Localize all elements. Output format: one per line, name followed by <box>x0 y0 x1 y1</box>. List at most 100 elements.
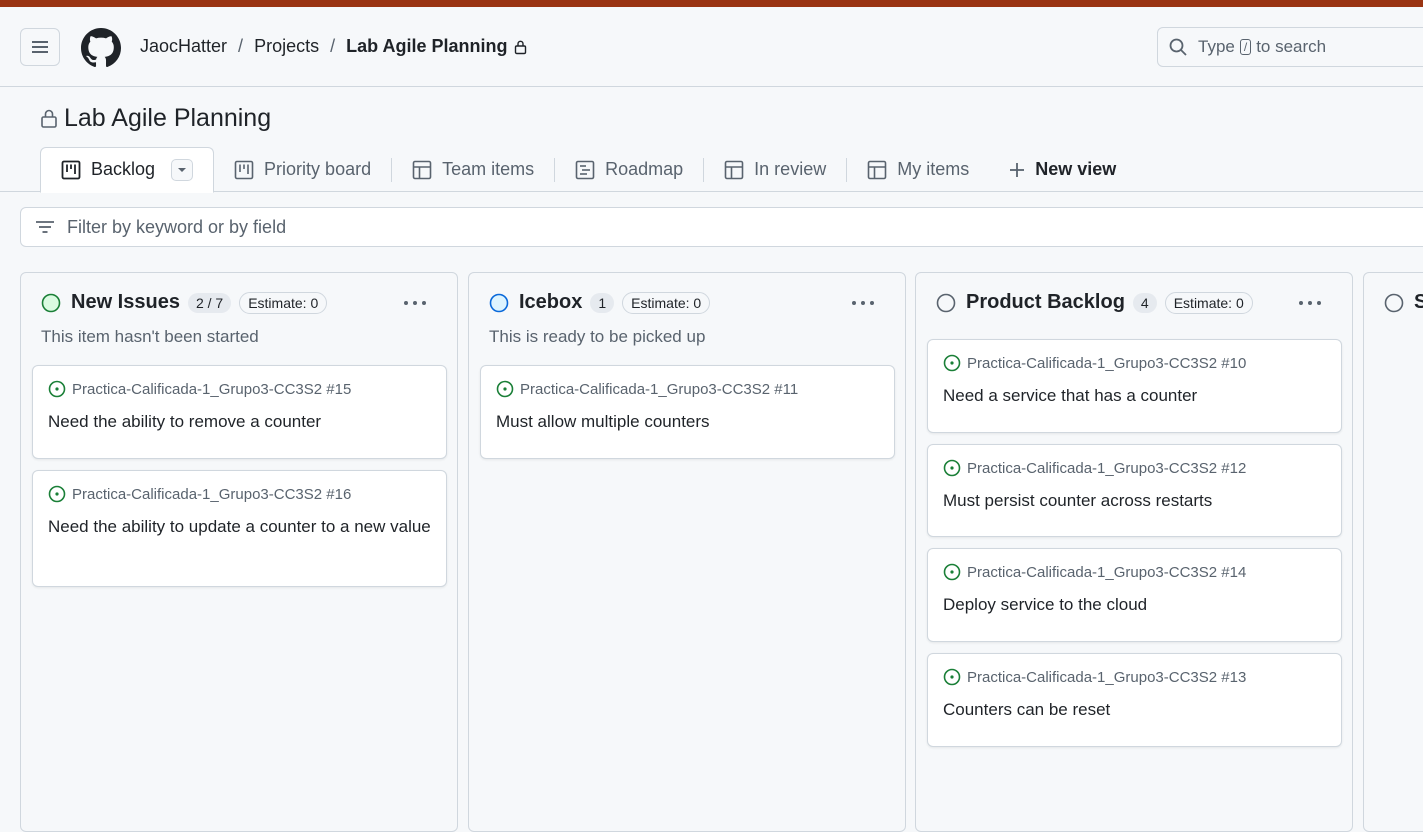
filter-placeholder: Filter by keyword or by field <box>67 216 287 237</box>
column-header: Product Backlog 4 Estimate: 0 <box>936 291 1253 314</box>
column-menu-button[interactable] <box>1298 289 1322 312</box>
issue-title[interactable]: Must persist counter across restarts <box>943 489 1326 512</box>
column-title: Product Backlog <box>966 291 1125 313</box>
item-count-badge: 2 / 7 <box>187 292 232 313</box>
estimate-badge: Estimate: 0 <box>622 291 711 314</box>
issue-card[interactable]: Practica-Calificada-1_Grupo3-CC3S2 #13 C… <box>927 653 1342 747</box>
issue-card[interactable]: Practica-Calificada-1_Grupo3-CC3S2 #15 N… <box>32 365 447 459</box>
breadcrumb-separator: / <box>238 36 244 56</box>
issue-title[interactable]: Need the ability to update a counter to … <box>48 515 431 538</box>
breadcrumb-project[interactable]: Lab Agile Planning <box>346 36 507 57</box>
tab-label: Backlog <box>91 159 156 179</box>
breadcrumb-projects[interactable]: Projects <box>254 36 319 57</box>
issue-repo-ref[interactable]: Practica-Calificada-1_Grupo3-CC3S2 #10 <box>967 355 1246 372</box>
column-header: New Issues 2 / 7 Estimate: 0 <box>41 291 328 314</box>
column-new-issues: New Issues 2 / 7 Estimate: 0 This item h… <box>20 272 458 832</box>
board: New Issues 2 / 7 Estimate: 0 This item h… <box>20 272 1423 832</box>
filter-input[interactable]: Filter by keyword or by field <box>20 207 1423 247</box>
column-title: S <box>1414 291 1423 313</box>
global-header: JaocHatter / Projects / Lab Agile Planni… <box>0 7 1423 87</box>
tab-roadmap[interactable]: Roadmap <box>555 147 703 192</box>
issue-open-icon <box>48 380 66 398</box>
search-icon <box>1169 38 1187 56</box>
column-description: This is ready to be picked up <box>489 327 706 346</box>
table-icon <box>724 160 744 179</box>
github-logo-icon[interactable] <box>81 28 121 68</box>
status-circle-icon <box>936 293 956 312</box>
issue-card[interactable]: Practica-Calificada-1_Grupo3-CC3S2 #14 D… <box>927 548 1342 642</box>
search-placeholder: Type <box>1198 37 1235 56</box>
column-menu-button[interactable] <box>851 289 875 312</box>
new-view-button[interactable]: New view <box>989 147 1136 192</box>
issue-open-icon <box>943 563 961 581</box>
table-icon <box>867 160 887 179</box>
roadmap-icon <box>575 160 595 179</box>
issue-title[interactable]: Deploy service to the cloud <box>943 593 1326 616</box>
board-icon <box>61 160 81 179</box>
plus-icon <box>1010 162 1025 177</box>
issue-card[interactable]: Practica-Calificada-1_Grupo3-CC3S2 #10 N… <box>927 339 1342 433</box>
issue-card[interactable]: Practica-Calificada-1_Grupo3-CC3S2 #11 M… <box>480 365 895 459</box>
issue-repo-ref[interactable]: Practica-Calificada-1_Grupo3-CC3S2 #13 <box>967 669 1246 686</box>
page-title-text: Lab Agile Planning <box>64 104 272 132</box>
issue-repo-ref[interactable]: Practica-Calificada-1_Grupo3-CC3S2 #14 <box>967 564 1246 581</box>
kebab-horizontal-icon <box>852 301 874 305</box>
search-input[interactable]: Type / to search <box>1157 27 1423 67</box>
item-count-badge: 4 <box>1132 292 1157 313</box>
tab-label: Team items <box>442 159 535 179</box>
view-tabs: Backlog Priority board Team items Roadma… <box>40 146 1136 193</box>
issue-open-icon <box>496 380 514 398</box>
tab-priority-board[interactable]: Priority board <box>214 147 391 192</box>
issue-repo-ref[interactable]: Practica-Calificada-1_Grupo3-CC3S2 #11 <box>520 381 798 398</box>
tab-label: Roadmap <box>605 159 684 179</box>
column-header: S <box>1384 291 1423 314</box>
tab-label: Priority board <box>264 159 372 179</box>
status-circle-icon <box>1384 293 1404 312</box>
tab-options-button[interactable] <box>171 158 194 181</box>
issue-open-icon <box>48 485 66 503</box>
tab-backlog[interactable]: Backlog <box>40 146 215 193</box>
status-circle-icon <box>489 293 509 312</box>
breadcrumb-separator: / <box>330 36 336 56</box>
triangle-down-icon <box>178 167 187 172</box>
tab-in-review[interactable]: In review <box>704 147 846 192</box>
menu-button[interactable] <box>20 28 60 66</box>
issue-title[interactable]: Need a service that has a counter <box>943 384 1326 407</box>
tab-label: In review <box>754 159 827 179</box>
search-placeholder-suffix: to search <box>1256 37 1327 56</box>
issue-title[interactable]: Need the ability to remove a counter <box>48 410 431 433</box>
column-header: Icebox 1 Estimate: 0 <box>489 291 711 314</box>
table-icon <box>412 160 432 179</box>
filter-icon <box>36 221 54 233</box>
item-count-badge: 1 <box>590 292 615 313</box>
estimate-badge: Estimate: 0 <box>239 291 328 314</box>
column-description: This item hasn't been started <box>41 327 259 346</box>
issue-repo-ref[interactable]: Practica-Calificada-1_Grupo3-CC3S2 #15 <box>72 381 351 398</box>
issue-open-icon <box>943 354 961 372</box>
hamburger-icon <box>32 41 48 53</box>
issue-repo-ref[interactable]: Practica-Calificada-1_Grupo3-CC3S2 #16 <box>72 486 351 503</box>
tab-team-items[interactable]: Team items <box>392 147 554 192</box>
issue-repo-ref[interactable]: Practica-Calificada-1_Grupo3-CC3S2 #12 <box>967 460 1246 477</box>
search-shortcut-key: / <box>1239 39 1252 55</box>
issue-title[interactable]: Must allow multiple counters <box>496 410 879 433</box>
column-title: New Issues <box>71 291 180 313</box>
issue-title[interactable]: Counters can be reset <box>943 698 1326 721</box>
issue-open-icon <box>943 459 961 477</box>
lock-icon <box>515 40 527 54</box>
kebab-horizontal-icon <box>1299 301 1321 305</box>
column-partial: S <box>1363 272 1423 832</box>
page-title: Lab Agile Planning <box>40 104 271 133</box>
status-circle-icon <box>41 293 61 312</box>
tab-my-items[interactable]: My items <box>847 147 989 192</box>
column-icebox: Icebox 1 Estimate: 0 This is ready to be… <box>468 272 906 832</box>
issue-card[interactable]: Practica-Calificada-1_Grupo3-CC3S2 #12 M… <box>927 444 1342 537</box>
tab-label: My items <box>897 159 970 179</box>
breadcrumb: JaocHatter / Projects / Lab Agile Planni… <box>140 36 527 57</box>
top-accent-stripe <box>0 0 1423 7</box>
breadcrumb-owner[interactable]: JaocHatter <box>140 36 227 57</box>
column-menu-button[interactable] <box>403 289 427 312</box>
column-product-backlog: Product Backlog 4 Estimate: 0 Practica-C… <box>915 272 1353 832</box>
board-icon <box>234 160 254 179</box>
issue-card[interactable]: Practica-Calificada-1_Grupo3-CC3S2 #16 N… <box>32 470 447 587</box>
